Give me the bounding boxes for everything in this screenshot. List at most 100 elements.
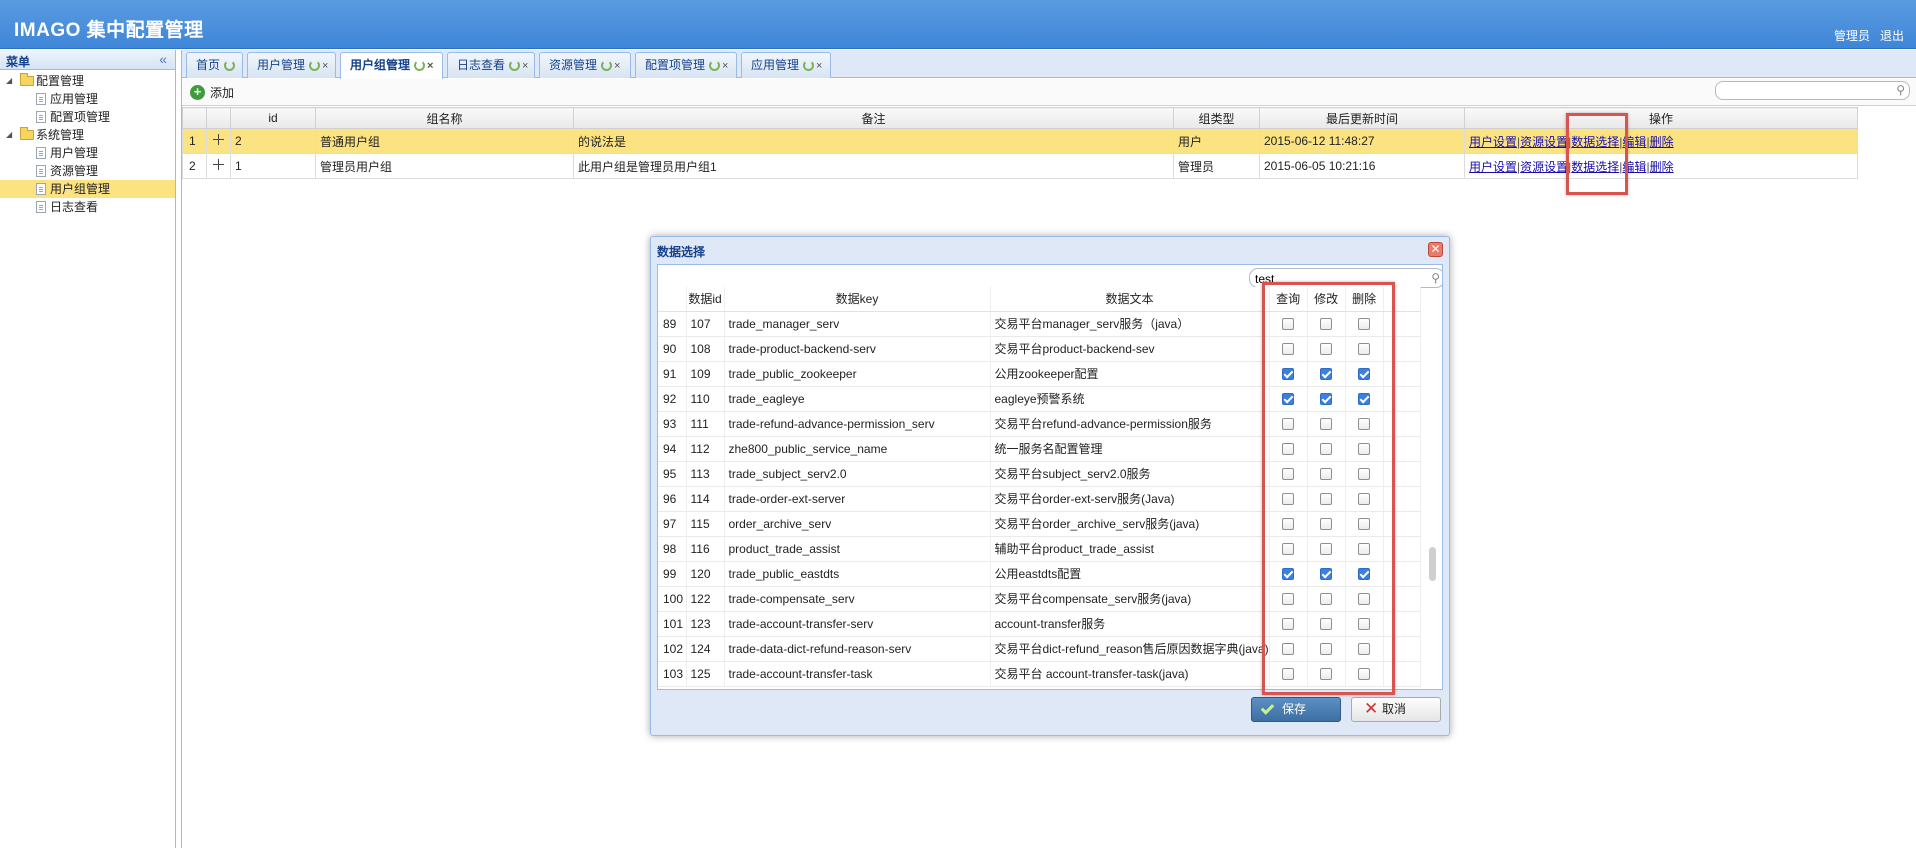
delete-checkbox[interactable] <box>1358 518 1371 531</box>
query-checkbox[interactable] <box>1282 543 1295 556</box>
list-item[interactable]: 91 109 trade_public_zookeeper 公用zookeeper配置 <box>658 361 1421 387</box>
resource-settings-link[interactable]: 资源设置 <box>1520 135 1568 149</box>
delete-checkbox[interactable] <box>1358 443 1371 456</box>
close-icon[interactable]: × <box>322 54 328 78</box>
tab-6[interactable]: 应用管理 × <box>741 52 831 78</box>
delete-checkbox[interactable] <box>1358 643 1371 656</box>
delete-checkbox[interactable] <box>1358 368 1371 381</box>
modify-checkbox[interactable] <box>1320 318 1333 331</box>
modify-checkbox[interactable] <box>1320 568 1333 581</box>
query-checkbox[interactable] <box>1282 368 1295 381</box>
query-checkbox[interactable] <box>1282 568 1295 581</box>
modify-checkbox[interactable] <box>1320 343 1333 356</box>
tab-4[interactable]: 资源管理 × <box>539 52 631 78</box>
table-row[interactable]: 2 1 管理员用户组 此用户组是管理员用户组1 管理员 2015-06-05 10:21:… <box>182 153 1858 179</box>
delete-checkbox[interactable] <box>1358 418 1371 431</box>
query-checkbox[interactable] <box>1282 643 1295 656</box>
col-group-type[interactable]: 组类型 <box>1173 107 1260 129</box>
close-icon[interactable]: × <box>522 54 528 78</box>
sidebar-item-0-1[interactable]: 配置项管理 <box>0 108 175 126</box>
tree-group-1[interactable]: ◢ 系统管理 <box>0 126 175 144</box>
query-checkbox[interactable] <box>1282 468 1295 481</box>
edit-link[interactable]: 编辑 <box>1622 160 1646 174</box>
col-id[interactable]: id <box>230 107 316 129</box>
query-checkbox[interactable] <box>1282 493 1295 506</box>
modify-checkbox[interactable] <box>1320 518 1333 531</box>
sidebar-item-1-1[interactable]: 资源管理 <box>0 162 175 180</box>
list-item[interactable]: 94 112 zhe800_public_service_name 统一服务名配置管理 <box>658 436 1421 462</box>
query-checkbox[interactable] <box>1282 343 1295 356</box>
sidebar-item-1-2[interactable]: 用户组管理 <box>0 180 175 198</box>
query-checkbox[interactable] <box>1282 518 1295 531</box>
list-item[interactable]: 90 108 trade-product-backend-serv 交易平台produ… <box>658 336 1421 362</box>
save-button[interactable]: 保存 <box>1251 697 1341 722</box>
data-select-link[interactable]: 数据选择 <box>1571 135 1619 149</box>
tab-2[interactable]: 用户组管理 × <box>340 52 443 79</box>
sidebar-item-0-0[interactable]: 应用管理 <box>0 90 175 108</box>
user-settings-link[interactable]: 用户设置 <box>1469 160 1517 174</box>
dialog-search-input[interactable] <box>1255 271 1420 286</box>
modify-checkbox[interactable] <box>1320 593 1333 606</box>
list-item[interactable]: 95 113 trade_subject_serv2.0 交易平台subject_se… <box>658 461 1421 487</box>
close-icon[interactable]: ✕ <box>1428 242 1443 257</box>
modify-checkbox[interactable] <box>1320 443 1333 456</box>
list-item[interactable]: 99 120 trade_public_eastdts 公用eastdts配置 <box>658 561 1421 587</box>
modify-checkbox[interactable] <box>1320 418 1333 431</box>
delete-checkbox[interactable] <box>1358 543 1371 556</box>
list-item[interactable]: 92 110 trade_eagleye eagleye预警系统 <box>658 386 1421 412</box>
col-remark[interactable]: 备注 <box>573 107 1174 129</box>
col-data-key[interactable]: 数据key <box>724 287 991 312</box>
sidebar-item-1-3[interactable]: 日志查看 <box>0 198 175 216</box>
list-item[interactable]: 89 107 trade_manager_serv 交易平台manager_serv服… <box>658 311 1421 337</box>
user-settings-link[interactable]: 用户设置 <box>1469 135 1517 149</box>
list-item[interactable]: 97 115 order_archive_serv 交易平台order_archive… <box>658 511 1421 537</box>
expand-row-icon[interactable] <box>213 159 224 170</box>
list-item[interactable]: 102 124 trade-data-dict-refund-reason-serv… <box>658 636 1421 662</box>
query-checkbox[interactable] <box>1282 443 1295 456</box>
table-row[interactable]: 1 2 普通用户组 的说法是 用户 2015-06-12 11:48:27 用户设置|资源设… <box>182 128 1858 154</box>
query-checkbox[interactable] <box>1282 618 1295 631</box>
cancel-button[interactable]: ✕ 取消 <box>1351 697 1441 722</box>
sidebar-item-1-0[interactable]: 用户管理 <box>0 144 175 162</box>
close-icon[interactable]: × <box>816 54 822 78</box>
list-item[interactable]: 101 123 trade-account-transfer-serv account… <box>658 611 1421 637</box>
delete-checkbox[interactable] <box>1358 568 1371 581</box>
delete-link[interactable]: 删除 <box>1650 135 1674 149</box>
delete-checkbox[interactable] <box>1358 468 1371 481</box>
data-select-link[interactable]: 数据选择 <box>1571 160 1619 174</box>
delete-checkbox[interactable] <box>1358 318 1371 331</box>
col-query[interactable]: 查询 <box>1269 287 1308 312</box>
col-delete[interactable]: 删除 <box>1345 287 1384 312</box>
delete-checkbox[interactable] <box>1358 393 1371 406</box>
tab-5[interactable]: 配置项管理 × <box>635 52 737 78</box>
col-data-id[interactable]: 数据id <box>686 287 725 312</box>
tab-1[interactable]: 用户管理 × <box>247 52 336 78</box>
grid-search-input[interactable]: ⚲ <box>1715 81 1910 100</box>
list-item[interactable]: 93 111 trade-refund-advance-permission_ser… <box>658 411 1421 437</box>
modify-checkbox[interactable] <box>1320 368 1333 381</box>
query-checkbox[interactable] <box>1282 318 1295 331</box>
query-checkbox[interactable] <box>1282 393 1295 406</box>
add-button[interactable]: + 添加 <box>190 84 234 102</box>
tree-group-0[interactable]: ◢ 配置管理 <box>0 72 175 90</box>
refresh-icon[interactable] <box>224 60 236 71</box>
col-group-name[interactable]: 组名称 <box>315 107 574 129</box>
edit-link[interactable]: 编辑 <box>1622 135 1646 149</box>
query-checkbox[interactable] <box>1282 668 1295 681</box>
delete-checkbox[interactable] <box>1358 618 1371 631</box>
delete-checkbox[interactable] <box>1358 493 1371 506</box>
delete-checkbox[interactable] <box>1358 668 1371 681</box>
logout-link[interactable]: 退出 <box>1880 27 1904 44</box>
modify-checkbox[interactable] <box>1320 543 1333 556</box>
modify-checkbox[interactable] <box>1320 618 1333 631</box>
refresh-icon[interactable] <box>709 60 721 71</box>
modify-checkbox[interactable] <box>1320 493 1333 506</box>
tab-0[interactable]: 首页 <box>186 52 243 78</box>
modify-checkbox[interactable] <box>1320 668 1333 681</box>
dialog-scrollbar[interactable] <box>1429 547 1436 581</box>
refresh-icon[interactable] <box>601 60 613 71</box>
expand-toggle-icon[interactable]: ◢ <box>6 126 16 144</box>
query-checkbox[interactable] <box>1282 418 1295 431</box>
col-data-text[interactable]: 数据文本 <box>990 287 1270 312</box>
expand-toggle-icon[interactable]: ◢ <box>6 72 16 90</box>
